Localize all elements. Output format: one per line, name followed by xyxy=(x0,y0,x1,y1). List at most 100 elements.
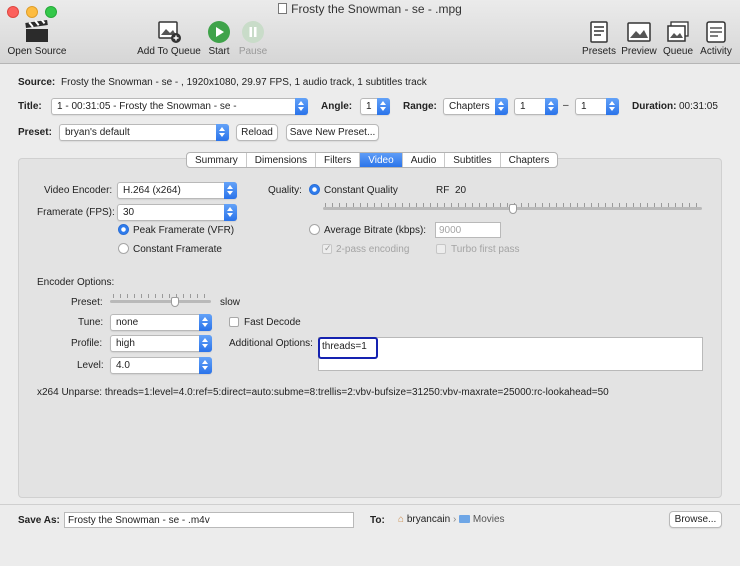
range-to-select[interactable]: 1 xyxy=(575,98,619,115)
home-icon: ⌂ xyxy=(398,514,405,525)
rf-label: RF xyxy=(436,185,450,196)
preset-label: Preset: xyxy=(18,127,52,138)
video-encoder-select[interactable]: H.264 (x264) xyxy=(117,182,237,199)
preset-select-value: bryan's default xyxy=(65,127,130,138)
level-label: Level: xyxy=(77,360,104,371)
tab-audio[interactable]: Audio xyxy=(403,153,446,167)
peak-framerate-label: Peak Framerate (VFR) xyxy=(133,225,235,236)
turbo-label: Turbo first pass xyxy=(451,244,520,255)
preview-button[interactable]: Preview xyxy=(620,20,658,57)
range-type-select[interactable]: Chapters xyxy=(443,98,508,115)
chevron-updown-icon xyxy=(606,98,619,115)
peak-framerate-radio[interactable] xyxy=(118,224,129,235)
chevron-updown-icon xyxy=(199,335,212,352)
tab-filters[interactable]: Filters xyxy=(316,153,361,167)
range-to-value: 1 xyxy=(581,101,587,112)
tab-subtitles[interactable]: Subtitles xyxy=(445,153,501,167)
add-to-queue-icon xyxy=(158,21,181,43)
encoder-preset-knob[interactable] xyxy=(170,297,179,307)
quality-slider-knob[interactable] xyxy=(508,204,517,214)
profile-select[interactable]: high xyxy=(110,335,212,352)
fast-decode-label: Fast Decode xyxy=(244,317,301,328)
angle-select-value: 1 xyxy=(366,101,372,112)
angle-select[interactable]: 1 xyxy=(360,98,390,115)
framerate-select[interactable]: 30 xyxy=(117,204,237,221)
tab-video[interactable]: Video xyxy=(360,153,403,167)
two-pass-label: 2-pass encoding xyxy=(336,244,410,255)
framerate-value: 30 xyxy=(123,207,135,218)
add-to-queue-button[interactable]: Add To Queue xyxy=(136,20,202,57)
toolbar: Frosty the Snowman - se - .mpg Open Sour… xyxy=(0,0,740,64)
add-to-queue-label: Add To Queue xyxy=(137,46,201,57)
duration-value: 00:31:05 xyxy=(679,101,718,112)
preset-select[interactable]: bryan's default xyxy=(59,124,229,141)
bottom-divider xyxy=(0,504,740,505)
clapperboard-icon xyxy=(25,20,48,42)
destination-path[interactable]: ⌂ bryancain › Movies xyxy=(398,514,505,525)
window-title: Frosty the Snowman - se - .mpg xyxy=(0,2,740,16)
fast-decode-checkbox[interactable] xyxy=(229,317,239,327)
preview-icon xyxy=(627,22,651,42)
range-from-select[interactable]: 1 xyxy=(514,98,558,115)
tab-dimensions[interactable]: Dimensions xyxy=(247,153,317,167)
duration-label: Duration: xyxy=(632,101,677,112)
tab-chapters[interactable]: Chapters xyxy=(501,153,558,167)
bitrate-field[interactable]: 9000 xyxy=(435,222,501,238)
play-icon xyxy=(208,21,230,43)
video-encoder-label: Video Encoder: xyxy=(44,185,113,196)
encoder-preset-label: Preset: xyxy=(71,297,103,308)
pause-button[interactable]: Pause xyxy=(237,20,269,57)
encoder-preset-slow: slow xyxy=(220,297,241,308)
rf-value: 20 xyxy=(455,185,467,196)
source-label: Source: xyxy=(18,77,56,88)
activity-button[interactable]: Activity xyxy=(697,20,735,57)
save-as-field[interactable]: Frosty the Snowman - se - .m4v xyxy=(64,512,354,528)
path-separator: › xyxy=(452,514,457,525)
open-source-button[interactable]: Open Source xyxy=(6,20,68,57)
title-select[interactable]: 1 - 00:31:05 - Frosty the Snowman - se - xyxy=(51,98,308,115)
settings-tabs: Summary Dimensions Filters Video Audio S… xyxy=(186,152,559,168)
to-label: To: xyxy=(370,515,385,526)
range-from-value: 1 xyxy=(520,101,526,112)
chevron-updown-icon xyxy=(216,124,229,141)
tune-value: none xyxy=(116,317,139,328)
average-bitrate-label: Average Bitrate (kbps): xyxy=(324,225,427,236)
annotation-highlight-box xyxy=(318,337,378,359)
profile-value: high xyxy=(116,338,135,349)
two-pass-checkbox[interactable] xyxy=(322,243,332,254)
title-label: Title: xyxy=(18,101,42,112)
chevron-updown-icon xyxy=(545,98,558,115)
chevron-updown-icon xyxy=(224,182,237,199)
constant-quality-label: Constant Quality xyxy=(324,185,398,196)
range-type-value: Chapters xyxy=(449,101,490,112)
average-bitrate-radio[interactable] xyxy=(309,224,320,235)
profile-label: Profile: xyxy=(71,338,103,349)
queue-label: Queue xyxy=(662,46,694,57)
browse-button[interactable]: Browse... xyxy=(669,511,722,528)
queue-button[interactable]: Queue xyxy=(660,20,696,57)
chevron-updown-icon xyxy=(199,357,212,374)
quality-label: Quality: xyxy=(268,185,302,196)
tune-select[interactable]: none xyxy=(110,314,212,331)
save-new-preset-button[interactable]: Save New Preset... xyxy=(286,124,379,141)
chevron-updown-icon xyxy=(377,98,390,115)
open-source-label: Open Source xyxy=(7,46,67,57)
reload-button[interactable]: Reload xyxy=(236,124,278,141)
save-as-label: Save As: xyxy=(18,515,60,526)
presets-button[interactable]: Presets xyxy=(580,20,618,57)
level-select[interactable]: 4.0 xyxy=(110,357,212,374)
angle-label: Angle: xyxy=(321,101,353,112)
framerate-label: Framerate (FPS): xyxy=(37,207,115,218)
path-folder: Movies xyxy=(472,514,505,525)
constant-framerate-radio[interactable] xyxy=(118,243,129,254)
pause-icon xyxy=(242,21,264,43)
encoder-preset-slider[interactable] xyxy=(110,300,211,303)
chevron-updown-icon xyxy=(199,314,212,331)
handbrake-window: Frosty the Snowman - se - .mpg Open Sour… xyxy=(0,0,740,566)
tab-summary[interactable]: Summary xyxy=(187,153,247,167)
presets-label: Presets xyxy=(582,46,616,57)
start-button[interactable]: Start xyxy=(205,20,233,57)
turbo-checkbox[interactable] xyxy=(436,244,446,254)
additional-options-label: Additional Options: xyxy=(229,338,313,349)
constant-quality-radio[interactable] xyxy=(309,184,320,195)
